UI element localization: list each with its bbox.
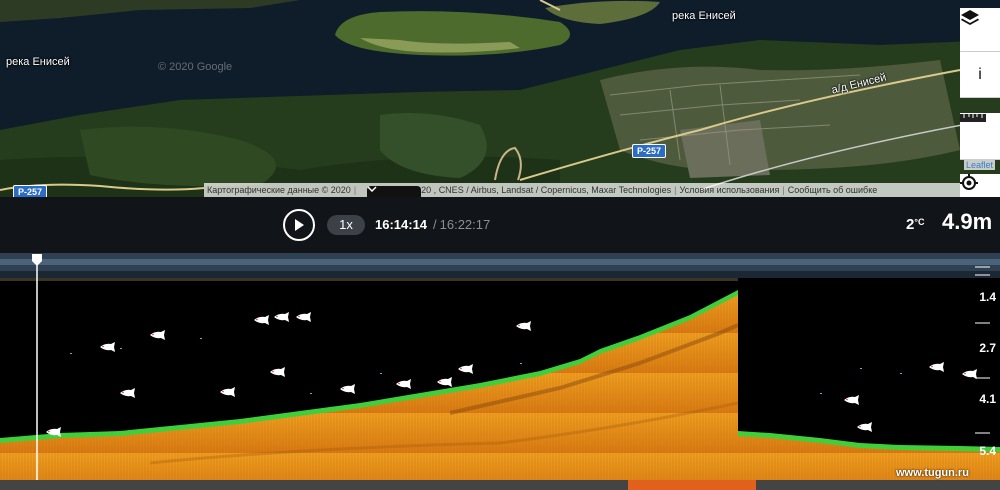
site-watermark: www.tugun.ru <box>896 467 969 479</box>
current-depth: 4.9m <box>942 209 993 234</box>
layers-icon <box>961 10 979 25</box>
locate-icon <box>960 174 978 190</box>
playhead-handle[interactable] <box>31 253 43 267</box>
total-time-value: 16:22:17 <box>439 217 491 232</box>
collapse-map-button[interactable] <box>367 186 421 197</box>
report-error-link[interactable]: Сообщить об ошибке <box>785 185 881 195</box>
playback-speed-button[interactable]: 1x <box>327 215 365 235</box>
road-shield: Р-257 <box>632 144 667 158</box>
layers-button[interactable] <box>960 8 1000 52</box>
play-icon <box>295 219 304 231</box>
play-button[interactable] <box>283 209 315 241</box>
ruler-icon <box>960 114 986 122</box>
road-shield: Р-257 <box>13 185 48 197</box>
map-watermark: © 2020 Google <box>158 61 233 73</box>
total-time: /16:22:17 <box>433 217 490 232</box>
info-button[interactable]: i <box>960 52 1000 98</box>
progress-track <box>0 480 1000 490</box>
river-label: река Енисей <box>672 10 736 22</box>
depth-scale-label: 1.4 <box>979 290 996 304</box>
attribution-data[interactable]: Картографические данные © 2020 <box>204 185 354 195</box>
progress-highlight <box>628 480 756 490</box>
info-icon: i <box>978 65 982 83</box>
temperature-unit: °C <box>914 217 925 227</box>
current-time: 16:14:14 <box>375 217 428 232</box>
river-label: река Енисей <box>6 56 70 68</box>
time-separator: / <box>433 217 437 232</box>
terms-link[interactable]: Условия использования <box>676 185 782 195</box>
ruler-button[interactable] <box>960 113 1000 160</box>
depth-scale-label: 2.7 <box>979 341 996 355</box>
depth-scale-label: 5.4 <box>979 444 996 458</box>
sonar-view[interactable]: 1.4 2.7 4.1 5.4 <box>0 253 1000 490</box>
map-attribution: Картографические данные © 2020 | ения ©202… <box>204 183 962 197</box>
map-imagery <box>0 0 1000 197</box>
sonar-image <box>0 253 1000 490</box>
water-temperature: 2°C <box>906 216 924 233</box>
locate-button[interactable] <box>960 174 1000 197</box>
satellite-map[interactable]: река Енисей река Енисей а/д Енисей © 202… <box>0 0 1000 197</box>
leaflet-attribution[interactable]: Leaflet <box>964 160 996 170</box>
depth-scale-label: 4.1 <box>979 392 996 406</box>
chevron-down-icon <box>367 186 377 192</box>
playback-bar <box>0 197 1000 253</box>
